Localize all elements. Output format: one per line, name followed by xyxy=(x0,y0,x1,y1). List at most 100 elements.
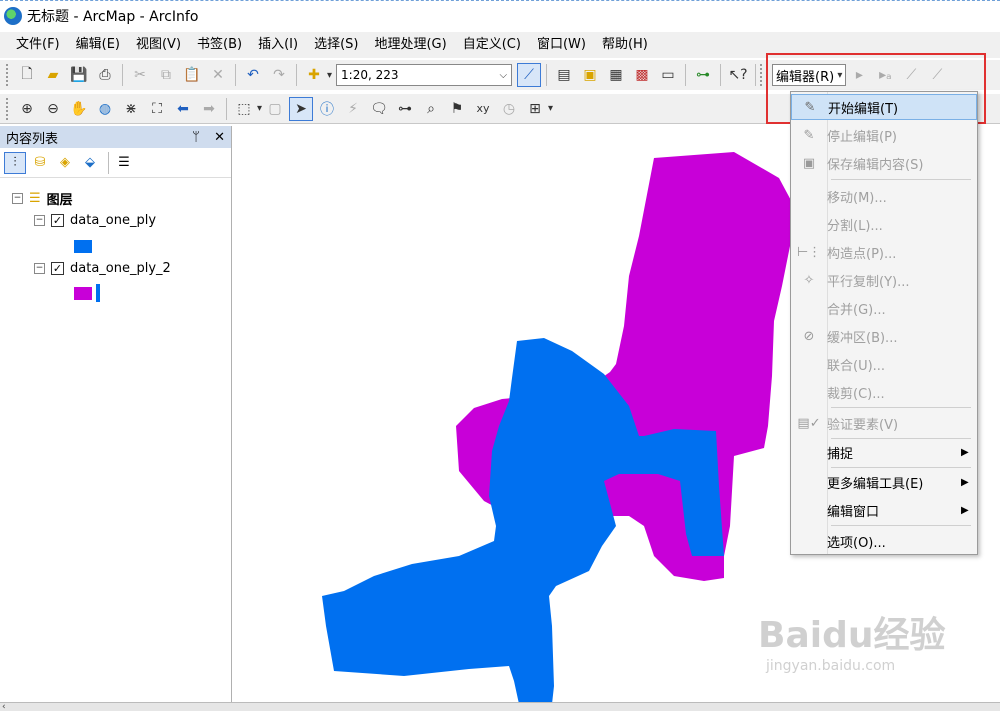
python-window-icon[interactable]: ▭ xyxy=(656,63,680,87)
measure-icon[interactable]: ⊶ xyxy=(393,97,417,121)
layer-visibility-checkbox[interactable]: ✓ xyxy=(51,214,64,227)
paste-icon[interactable]: 📋 xyxy=(180,63,204,87)
editor-toolbar-grip[interactable] xyxy=(760,64,764,86)
layer-visibility-checkbox[interactable]: ✓ xyxy=(51,262,64,275)
delete-icon[interactable]: ✕ xyxy=(206,63,230,87)
menu-item-clip[interactable]: 裁剪(C)... xyxy=(791,379,977,405)
toc-root-label: 图层 xyxy=(46,193,73,208)
menu-file[interactable]: 文件(F) xyxy=(8,34,68,56)
edit-tool-icon[interactable]: ▸ xyxy=(847,63,871,87)
add-data-icon[interactable]: ✚ xyxy=(302,63,326,87)
arctoolbox-icon[interactable]: ▩ xyxy=(630,63,654,87)
layer-symbol-cursor xyxy=(96,284,100,302)
collapse-icon[interactable]: − xyxy=(12,193,23,204)
open-folder-icon[interactable]: ▰ xyxy=(41,63,65,87)
find-binoculars-icon[interactable]: ⌕ xyxy=(419,97,443,121)
collapse-icon[interactable]: − xyxy=(34,263,45,274)
menu-item-stop-editing[interactable]: ✎ 停止编辑(P) xyxy=(791,122,977,148)
create-viewer-window-icon[interactable]: ⊞ xyxy=(523,97,547,121)
print-icon[interactable]: ⎙ xyxy=(93,63,117,87)
menu-selection[interactable]: 选择(S) xyxy=(306,34,366,56)
clear-selection-icon[interactable]: ▢ xyxy=(263,97,287,121)
time-slider-icon[interactable]: ◷ xyxy=(497,97,521,121)
menu-item-merge[interactable]: 合并(G)... xyxy=(791,295,977,321)
toolbar-grip[interactable] xyxy=(6,64,10,86)
menu-item-start-editing[interactable]: ✎ 开始编辑(T) xyxy=(791,94,977,120)
select-features-icon[interactable]: ⬚ xyxy=(232,97,256,121)
menu-item-options[interactable]: 选项(O)... xyxy=(791,528,977,554)
menu-item-buffer[interactable]: ⊘ 缓冲区(B)... xyxy=(791,323,977,349)
menu-item-move[interactable]: 移动(M)... xyxy=(791,183,977,209)
table-of-contents-icon[interactable]: ▤ xyxy=(552,63,576,87)
menu-help[interactable]: 帮助(H) xyxy=(594,34,656,56)
menu-item-snapping[interactable]: 捕捉 ▶ xyxy=(791,439,977,465)
menu-item-copy-parallel[interactable]: ✧ 平行复制(Y)... xyxy=(791,267,977,293)
find-route-icon[interactable]: ⚑ xyxy=(445,97,469,121)
horizontal-scrollbar[interactable]: ‹ xyxy=(0,702,1000,711)
full-extent-globe-icon[interactable]: ◍ xyxy=(93,97,117,121)
menu-edit[interactable]: 编辑(E) xyxy=(68,34,128,56)
menu-customize[interactable]: 自定义(C) xyxy=(455,34,529,56)
menu-view[interactable]: 视图(V) xyxy=(128,34,189,56)
menu-item-union[interactable]: 联合(U)... xyxy=(791,351,977,377)
select-features-chevron-icon[interactable]: ▾ xyxy=(257,103,262,114)
pan-hand-icon[interactable]: ✋ xyxy=(67,97,91,121)
menu-bookmarks[interactable]: 书签(B) xyxy=(189,34,250,56)
select-elements-arrow-icon[interactable]: ➤ xyxy=(289,96,314,121)
hyperlink-icon[interactable]: ⚡ xyxy=(341,97,365,121)
menu-geoprocessing[interactable]: 地理处理(G) xyxy=(366,34,454,56)
undo-icon[interactable]: ↶ xyxy=(241,63,265,87)
zoom-out-icon[interactable]: ⊖ xyxy=(41,97,65,121)
forward-arrow-icon[interactable]: ➡ xyxy=(197,97,221,121)
zoom-in-icon[interactable]: ⊕ xyxy=(15,97,39,121)
toc-root-row[interactable]: − ☰ 图层 xyxy=(12,189,73,208)
layer-row[interactable]: − ✓ data_one_ply xyxy=(34,213,156,228)
list-by-visibility-icon[interactable]: ◈ xyxy=(54,152,76,174)
editor-menu-button[interactable]: 编辑器(R) ▾ xyxy=(772,64,847,86)
menu-item-validate-features[interactable]: ▤✓ 验证要素(V) xyxy=(791,410,977,436)
close-icon[interactable]: ✕ xyxy=(214,130,225,145)
straight-segment-icon[interactable]: ⟋ xyxy=(899,63,923,87)
menu-insert[interactable]: 插入(I) xyxy=(250,34,306,56)
model-builder-icon[interactable]: ⊶ xyxy=(691,63,715,87)
editor-toolbar-icon[interactable]: ⟋ xyxy=(517,63,542,87)
back-arrow-icon[interactable]: ⬅ xyxy=(171,97,195,121)
menu-item-more-editing-tools[interactable]: 更多编辑工具(E) ▶ xyxy=(791,469,977,495)
identify-icon[interactable]: ⓘ xyxy=(315,97,339,121)
pin-icon[interactable]: ᛘ xyxy=(192,130,200,145)
menu-item-editing-windows[interactable]: 编辑窗口 ▶ xyxy=(791,497,977,523)
layer-symbol-swatch[interactable] xyxy=(74,287,92,300)
go-to-xy-icon[interactable]: xy xyxy=(471,97,495,121)
menu-item-split[interactable]: 分割(L)... xyxy=(791,211,977,237)
add-data-chevron-icon[interactable]: ▾ xyxy=(327,70,332,81)
toolbar-overflow-icon[interactable]: ▾ xyxy=(548,103,553,114)
whats-this-help-icon[interactable]: ↖? xyxy=(726,63,750,87)
menu-item-construct-points[interactable]: ⊢⋮ 构造点(P)... xyxy=(791,239,977,265)
cut-icon[interactable]: ✂ xyxy=(128,63,152,87)
list-by-source-icon[interactable]: ⛁ xyxy=(29,152,51,174)
list-by-drawing-order-icon[interactable]: ⫶ xyxy=(4,151,26,174)
layer-symbol-swatch[interactable] xyxy=(74,240,92,253)
catalog-icon[interactable]: ▣ xyxy=(578,63,602,87)
redo-icon[interactable]: ↷ xyxy=(267,63,291,87)
submenu-arrow-icon: ▶ xyxy=(961,476,969,488)
fixed-zoom-in-icon[interactable]: ⋇ xyxy=(119,97,143,121)
options-icon[interactable]: ☰ xyxy=(113,152,135,174)
list-by-selection-icon[interactable]: ⬙ xyxy=(79,152,101,174)
edit-annotation-icon[interactable]: ▸ₐ xyxy=(873,63,897,87)
new-document-icon[interactable]: 🗋 xyxy=(15,63,39,87)
save-icon[interactable]: 💾 xyxy=(67,63,91,87)
toolbar-grip[interactable] xyxy=(6,97,10,120)
html-popup-icon[interactable]: 🗨 xyxy=(367,97,391,121)
menu-item-save-edits[interactable]: ▣ 保存编辑内容(S) xyxy=(791,150,977,176)
fixed-zoom-out-icon[interactable]: ⛶ xyxy=(145,97,169,121)
collapse-icon[interactable]: − xyxy=(34,215,45,226)
standard-toolbar: 🗋 ▰ 💾 ⎙ ✂ ⧉ 📋 ✕ ↶ ↷ ✚ ▾ 1:20, 223 ⌵ ⟋ ▤ … xyxy=(0,60,1000,90)
map-scale-select[interactable]: 1:20, 223 ⌵ xyxy=(336,64,513,86)
layer-row[interactable]: − ✓ data_one_ply_2 xyxy=(34,261,171,276)
menu-windows[interactable]: 窗口(W) xyxy=(529,34,594,56)
search-window-icon[interactable]: ▦ xyxy=(604,63,628,87)
end-point-arc-icon[interactable]: ⟋ xyxy=(925,63,949,87)
parallel-copy-icon: ✧ xyxy=(803,272,815,288)
copy-icon[interactable]: ⧉ xyxy=(154,63,178,87)
